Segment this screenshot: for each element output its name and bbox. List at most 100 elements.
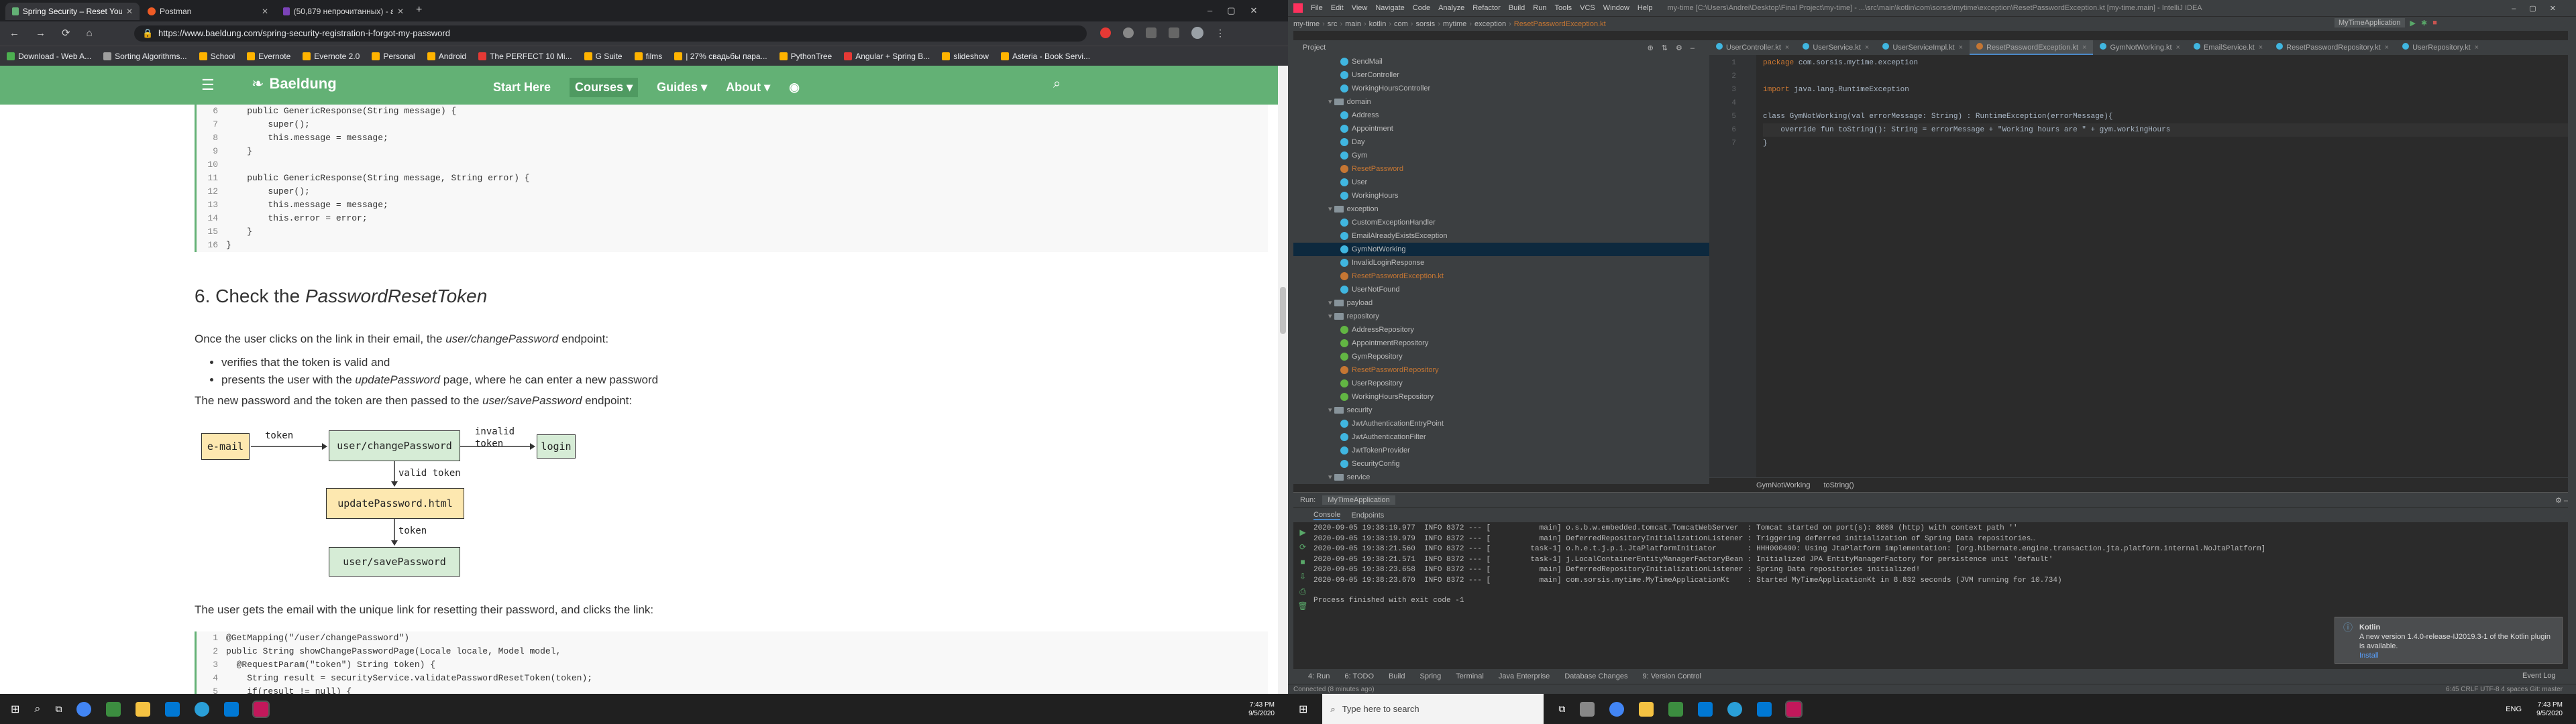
menu-item[interactable]: Edit [1331, 4, 1344, 12]
tree-file[interactable]: SecurityConfig [1293, 457, 1400, 471]
app-icon[interactable] [106, 701, 121, 717]
tree-file[interactable]: UserController [1293, 68, 1399, 82]
tab-endpoints[interactable]: Endpoints [1351, 511, 1384, 520]
tree-file[interactable]: User [1293, 176, 1367, 189]
notification-popup[interactable]: ⓘ Kotlin A new version 1.4.0-release-IJ2… [2334, 617, 2563, 664]
bookmark-item[interactable]: Download - Web A... [7, 52, 91, 61]
close-icon[interactable]: ✕ [397, 7, 404, 16]
run-side-tools[interactable]: ▶ ⟳ ■ ⇩ ⎙ 🗑 [1296, 525, 1309, 613]
tab-console[interactable]: Console [1313, 511, 1341, 520]
app-icon[interactable] [1698, 701, 1713, 717]
path-segment[interactable]: kotlin [1369, 20, 1387, 28]
path-segment[interactable]: exception [1474, 20, 1506, 28]
app-icon[interactable] [1668, 701, 1684, 717]
path-segment[interactable]: main [1345, 20, 1361, 28]
editor-tab[interactable]: ResetPasswordException.kt × [1970, 40, 2094, 55]
close-icon[interactable]: × [2176, 44, 2180, 52]
tree-file[interactable]: ResetPasswordException.kt [1293, 269, 1444, 283]
close-icon[interactable]: ✕ [126, 7, 133, 16]
chevron-down-icon[interactable]: ▾ [1328, 299, 1334, 307]
path-segment[interactable]: mytime [1443, 20, 1466, 28]
nav-guides[interactable]: Guides ▾ [657, 80, 707, 95]
tool-tab[interactable]: Java Enterprise [1499, 672, 1550, 680]
gear-icon[interactable]: ⚙ – [2555, 496, 2568, 505]
path-segment[interactable]: com [1394, 20, 1408, 28]
tool-tab[interactable]: 6: TODO [1344, 672, 1374, 680]
tab-baeldung[interactable]: Spring Security – Reset Your Pa... ✕ [5, 3, 140, 20]
bookmark-item[interactable]: Sorting Algorithms... [103, 52, 187, 61]
bookmark-item[interactable]: Personal [372, 52, 415, 61]
bookmark-item[interactable]: slideshow [942, 52, 989, 61]
path-segment[interactable]: sorsis [1415, 20, 1435, 28]
panel-tools[interactable]: ⊕⇅⚙– [1648, 44, 1703, 52]
chevron-down-icon[interactable]: ▾ [1328, 406, 1334, 414]
code-editor[interactable]: 1 2 3 4 5 6 7 package com.sorsis.mytime.except… [1709, 55, 2576, 484]
tree-file[interactable]: ResetPassword [1293, 162, 1403, 176]
status-right[interactable]: 6:45 CRLF UTF-8 4 spaces Git: master [2446, 686, 2563, 693]
app-icon[interactable] [165, 701, 180, 717]
editor-tab[interactable]: UserRepository.kt × [2396, 40, 2485, 55]
bookmark-item[interactable]: PythonTree [779, 52, 832, 61]
event-log-button[interactable]: Event Log [2522, 672, 2556, 680]
taskbar-search[interactable]: ⌕ Type here to search [1322, 694, 1544, 724]
tool-tab[interactable]: 9: Version Control [1643, 672, 1701, 680]
tree-file[interactable]: JwtTokenProvider [1293, 444, 1410, 457]
bookmark-item[interactable]: The PERFECT 10 Mi... [478, 52, 572, 61]
intellij-icon[interactable] [1785, 700, 1803, 718]
tool-tab[interactable]: Terminal [1456, 672, 1484, 680]
tree-file[interactable]: Appointment [1293, 122, 1393, 135]
app-icon[interactable] [1580, 701, 1595, 717]
editor-tab[interactable]: ResetPasswordRepository.kt × [2269, 40, 2396, 55]
menu-item[interactable]: Run [1533, 4, 1546, 12]
bookmark-item[interactable]: Evernote 2.0 [303, 52, 360, 61]
project-label[interactable]: Project [1303, 44, 1326, 52]
menu-item[interactable]: View [1352, 4, 1368, 12]
crumb-method[interactable]: toString() [1823, 481, 1854, 489]
explorer-icon[interactable] [136, 701, 151, 717]
windows-icon[interactable]: ⊞ [1299, 703, 1307, 716]
path-segment[interactable]: my-time [1293, 20, 1320, 28]
tree-file[interactable]: AddressRepository [1293, 323, 1414, 337]
editor-tab[interactable]: GymNotWorking.kt × [2093, 40, 2187, 55]
close-icon[interactable]: ✕ [262, 7, 268, 16]
editor-tab[interactable]: UserService.kt × [1796, 40, 1876, 55]
tree-file[interactable]: Address [1293, 109, 1379, 122]
task-view-icon[interactable]: ⧉ [55, 703, 62, 715]
menu-item[interactable]: Help [1638, 4, 1653, 12]
stop-icon[interactable]: ■ [2432, 19, 2437, 27]
tree-file[interactable]: UserRepository [1293, 377, 1403, 390]
tree-file[interactable]: SendMail [1293, 55, 1383, 68]
rss-icon[interactable]: ◉ [789, 80, 800, 95]
run-icon[interactable]: ▶ [2410, 19, 2416, 27]
tab-mail[interactable]: (50,879 непрочитанных) - andre... ✕ [276, 3, 411, 20]
scroll-thumb[interactable] [1280, 287, 1286, 334]
tree-file[interactable]: JwtAuthenticationFilter [1293, 430, 1426, 444]
tool-tab[interactable]: 4: Run [1308, 672, 1330, 680]
tree-file[interactable]: Gym [1293, 149, 1367, 162]
tree-folder[interactable]: ▾ domain [1293, 95, 1371, 109]
nav-about[interactable]: About ▾ [726, 80, 770, 95]
tree-folder[interactable]: ▾ payload [1293, 296, 1373, 310]
bookmark-item[interactable]: Angular + Spring B... [844, 52, 930, 61]
language[interactable]: ENG [2506, 705, 2522, 713]
tree-file[interactable]: WorkingHoursRepository [1293, 390, 1434, 404]
tree-folder[interactable]: ▾ security [1293, 404, 1372, 417]
bookmark-item[interactable]: Android [427, 52, 466, 61]
tree-folder[interactable]: ▾ repository [1293, 310, 1379, 323]
bookmark-item[interactable]: films [634, 52, 662, 61]
bookmark-item[interactable]: School [199, 52, 235, 61]
nav-buttons[interactable]: ←→⟳⌂ [9, 27, 109, 39]
menu-item[interactable]: VCS [1580, 4, 1595, 12]
editor-tab[interactable]: EmailService.kt × [2187, 40, 2269, 55]
close-icon[interactable]: × [2259, 44, 2263, 52]
close-icon[interactable]: × [2475, 44, 2479, 52]
extension-icon[interactable] [1146, 27, 1157, 38]
menu-item[interactable]: File [1311, 4, 1323, 12]
intellij-icon[interactable] [252, 700, 270, 718]
nav-courses[interactable]: Courses ▾ [570, 78, 639, 97]
chevron-down-icon[interactable]: ▾ [1328, 473, 1334, 481]
menu-item[interactable]: Tools [1554, 4, 1572, 12]
avatar[interactable] [1191, 27, 1203, 39]
logo[interactable]: ❧ Baeldung [252, 75, 337, 93]
tree-file[interactable]: GymNotWorking [1293, 243, 1709, 256]
